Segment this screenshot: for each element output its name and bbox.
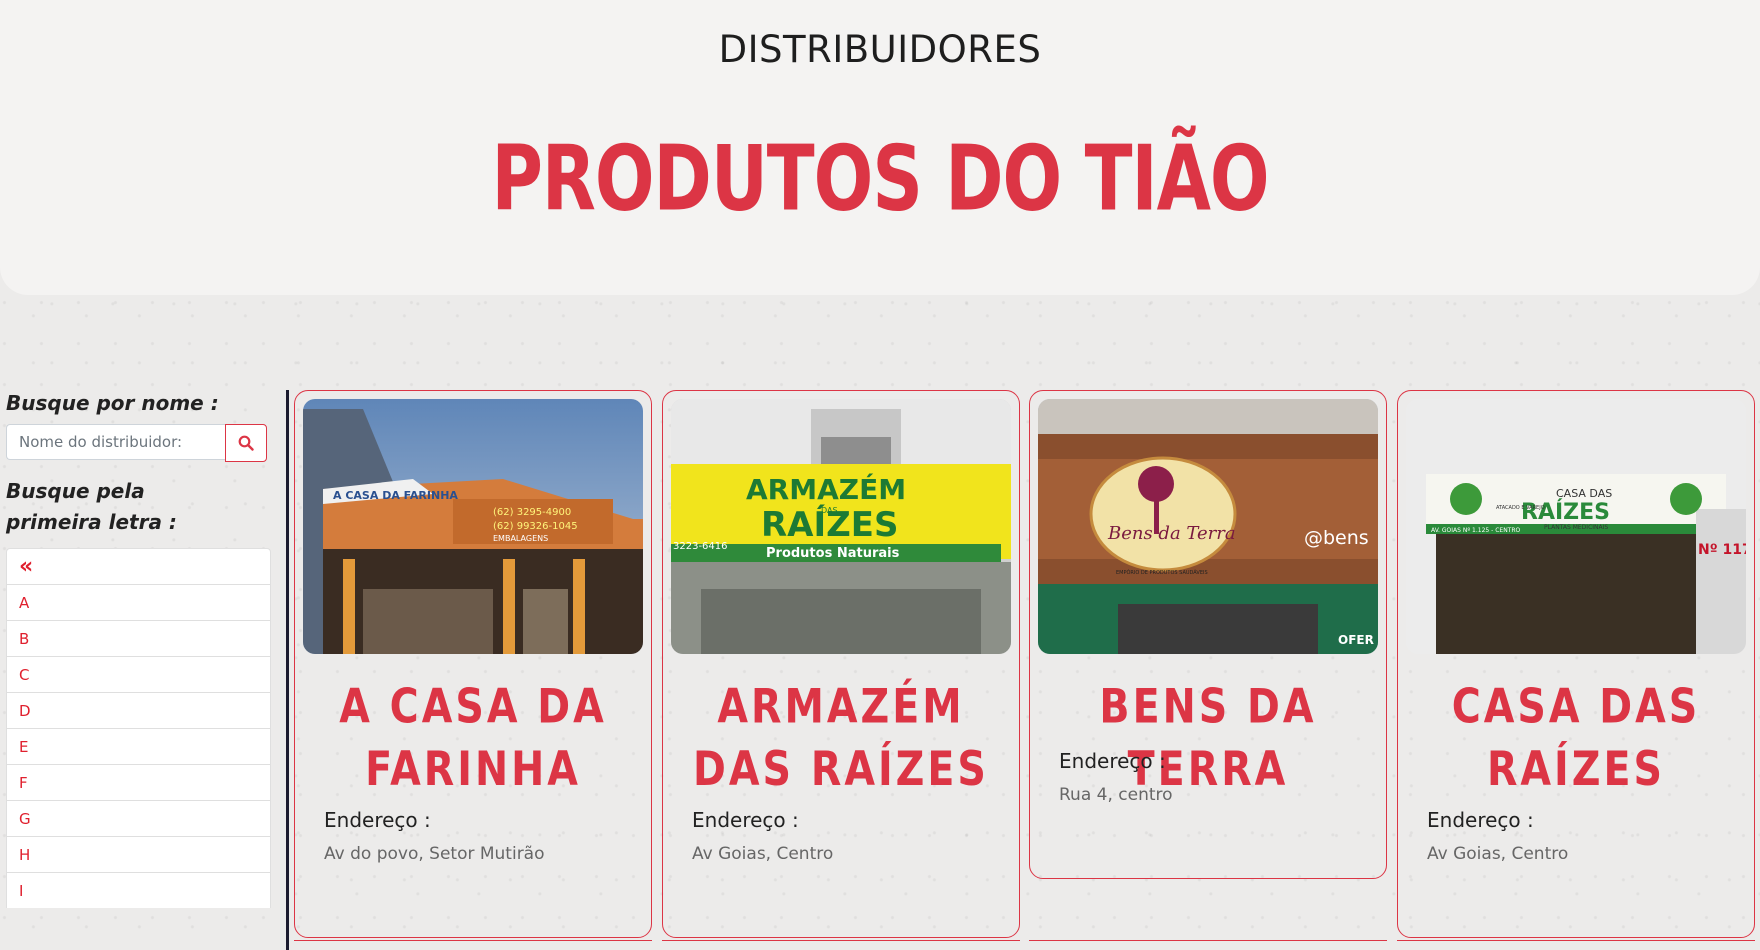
- letter-filter-c[interactable]: C: [6, 656, 271, 692]
- svg-text:OFER: OFER: [1338, 633, 1374, 647]
- address-label: Endereço :: [1059, 749, 1166, 773]
- svg-text:A CASA DA FARINHA: A CASA DA FARINHA: [333, 489, 458, 502]
- distributor-card[interactable]: ARMAZÉM DAS RAÍZES Produtos Naturais 322…: [662, 390, 1020, 938]
- address-label: Endereço :: [692, 808, 799, 832]
- svg-text:Bens da Terra: Bens da Terra: [1107, 523, 1236, 544]
- store-photo: ARMAZÉM DAS RAÍZES Produtos Naturais 322…: [671, 399, 1011, 654]
- distributor-card[interactable]: A CASA DA FARINHA (62) 3295-4900 (62) 99…: [294, 390, 652, 938]
- svg-text:@bens: @bens: [1304, 527, 1369, 549]
- svg-text:EMPÓRIO DE PRODUTOS SAUDÁVEIS: EMPÓRIO DE PRODUTOS SAUDÁVEIS: [1116, 569, 1208, 576]
- svg-text:PLANTAS MEDICINAIS: PLANTAS MEDICINAIS: [1544, 524, 1608, 531]
- letter-filter-f[interactable]: F: [6, 764, 271, 800]
- section-title: DISTRIBUIDORES: [718, 28, 1042, 71]
- distributor-search-input[interactable]: [6, 424, 225, 460]
- search-icon: [238, 435, 254, 451]
- svg-text:ARMAZÉM: ARMAZÉM: [746, 472, 906, 506]
- letter-filter-b[interactable]: B: [6, 620, 271, 656]
- distributor-card[interactable]: CASA DAS RAÍZES PLANTAS MEDICINAIS ATACA…: [1397, 390, 1755, 938]
- letter-filter-e[interactable]: E: [6, 728, 271, 764]
- letter-filter-a[interactable]: A: [6, 584, 271, 620]
- distributor-name: BENS DA TERRA: [1099, 679, 1317, 797]
- svg-text:CASA DAS: CASA DAS: [1556, 487, 1612, 500]
- letter-filter-all[interactable]: «: [6, 548, 271, 584]
- store-photo: A CASA DA FARINHA (62) 3295-4900 (62) 99…: [303, 399, 643, 654]
- letter-filter-i[interactable]: I: [6, 872, 271, 908]
- address-value: Av Goias, Centro: [692, 844, 834, 864]
- search-by-letter-label: Busque pela primeira letra :: [6, 479, 177, 534]
- sidebar-divider: [286, 390, 289, 950]
- svg-text:EMBALAGENS: EMBALAGENS: [493, 534, 548, 543]
- distributor-name: ARMAZÉM DAS RAÍZES: [693, 679, 989, 797]
- page-header: DISTRIBUIDORES PRODUTOS DO TIÃO: [0, 0, 1760, 295]
- address-value: Av Goias, Centro: [1427, 844, 1569, 864]
- distributor-name: A CASA DA FARINHA: [339, 679, 607, 797]
- svg-text:3223-6416: 3223-6416: [673, 541, 728, 552]
- letter-filter-list: « A B C D E F G H I: [6, 548, 271, 908]
- svg-text:(62) 3295-4900: (62) 3295-4900: [493, 507, 571, 518]
- address-label: Endereço :: [1427, 808, 1534, 832]
- filter-sidebar: Busque por nome : Busque pela primeira l…: [6, 388, 271, 908]
- search-group: [6, 424, 271, 462]
- svg-text:Produtos Naturais: Produtos Naturais: [766, 546, 900, 561]
- brand-title: PRODUTOS DO TIÃO: [491, 128, 1269, 232]
- svg-text:RAÍZES: RAÍZES: [1521, 499, 1610, 525]
- search-button[interactable]: [225, 424, 267, 462]
- svg-text:RAÍZES: RAÍZES: [761, 504, 899, 545]
- letter-filter-h[interactable]: H: [6, 836, 271, 872]
- distributor-name: CASA DAS RAÍZES: [1451, 679, 1701, 797]
- letter-filter-d[interactable]: D: [6, 692, 271, 728]
- search-by-name-label: Busque por nome :: [6, 391, 219, 415]
- svg-text:Nº 117: Nº 117: [1698, 542, 1746, 558]
- address-value: Rua 4, centro: [1059, 785, 1173, 805]
- svg-text:ATACADO E VAREJO: ATACADO E VAREJO: [1496, 505, 1545, 511]
- store-photo: CASA DAS RAÍZES PLANTAS MEDICINAIS ATACA…: [1406, 399, 1746, 654]
- letter-filter-g[interactable]: G: [6, 800, 271, 836]
- svg-text:AV. GOIAS Nº 1.125 - CENTRO: AV. GOIAS Nº 1.125 - CENTRO: [1431, 527, 1521, 534]
- address-label: Endereço :: [324, 808, 431, 832]
- distributor-card[interactable]: Bens da Terra EMPÓRIO DE PRODUTOS SAUDÁV…: [1029, 390, 1387, 879]
- store-photo: Bens da Terra EMPÓRIO DE PRODUTOS SAUDÁV…: [1038, 399, 1378, 654]
- svg-text:(62) 99326-1045: (62) 99326-1045: [493, 521, 578, 532]
- address-value: Av do povo, Setor Mutirão: [324, 844, 545, 864]
